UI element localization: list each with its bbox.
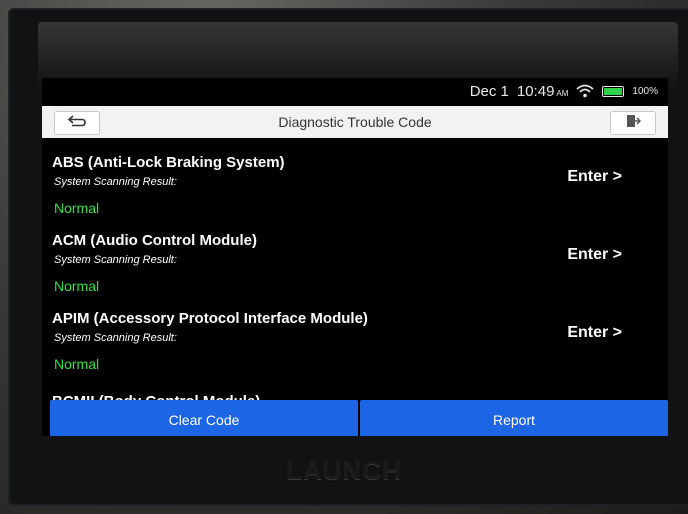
device-screen: Dec 1 10:49 AM 100% Diagnostic Trouble C… bbox=[42, 78, 668, 436]
clear-code-button[interactable]: Clear Code bbox=[50, 400, 358, 436]
battery-fill bbox=[604, 87, 623, 95]
enter-button[interactable]: Enter > bbox=[567, 168, 622, 186]
system-name: APIM (Accessory Protocol Interface Modul… bbox=[52, 310, 368, 327]
brand-logo: LAUNCH bbox=[286, 455, 402, 485]
system-status: Normal bbox=[54, 200, 100, 216]
battery-percent: 100% bbox=[632, 85, 658, 97]
status-time: 10:49 bbox=[516, 82, 555, 100]
system-subtitle: System Scanning Result: bbox=[54, 254, 177, 266]
action-bar: Clear Code Report bbox=[50, 400, 668, 436]
list-item[interactable]: ACM (Audio Control Module) System Scanni… bbox=[42, 218, 668, 296]
enter-button[interactable]: Enter > bbox=[567, 324, 622, 342]
back-arrow-icon bbox=[66, 114, 88, 133]
page-title: Diagnostic Trouble Code bbox=[278, 114, 432, 130]
system-status: Normal bbox=[54, 278, 100, 294]
status-time-group: 10:49 AM bbox=[517, 83, 569, 100]
battery-icon bbox=[602, 85, 625, 97]
enter-button[interactable]: Enter > bbox=[567, 246, 622, 264]
list-item[interactable]: ABS (Anti-Lock Braking System) System Sc… bbox=[42, 140, 668, 218]
system-name: ABS (Anti-Lock Braking System) bbox=[52, 154, 285, 171]
system-name: ACM (Audio Control Module) bbox=[52, 232, 257, 249]
system-subtitle: System Scanning Result: bbox=[54, 332, 177, 344]
status-bar: Dec 1 10:49 AM 100% bbox=[42, 78, 668, 104]
title-bar: Diagnostic Trouble Code bbox=[42, 106, 668, 138]
list-item[interactable]: APIM (Accessory Protocol Interface Modul… bbox=[42, 296, 668, 374]
exit-icon bbox=[625, 113, 642, 134]
back-button[interactable] bbox=[54, 111, 100, 135]
system-list[interactable]: ABS (Anti-Lock Braking System) System Sc… bbox=[42, 140, 668, 384]
exit-button[interactable] bbox=[610, 111, 656, 135]
system-status: Normal bbox=[54, 356, 100, 372]
report-button[interactable]: Report bbox=[360, 400, 668, 436]
status-ampm: AM bbox=[556, 88, 569, 98]
status-date: Dec 1 bbox=[469, 82, 509, 100]
wifi-icon bbox=[576, 84, 595, 98]
system-subtitle: System Scanning Result: bbox=[54, 176, 177, 188]
